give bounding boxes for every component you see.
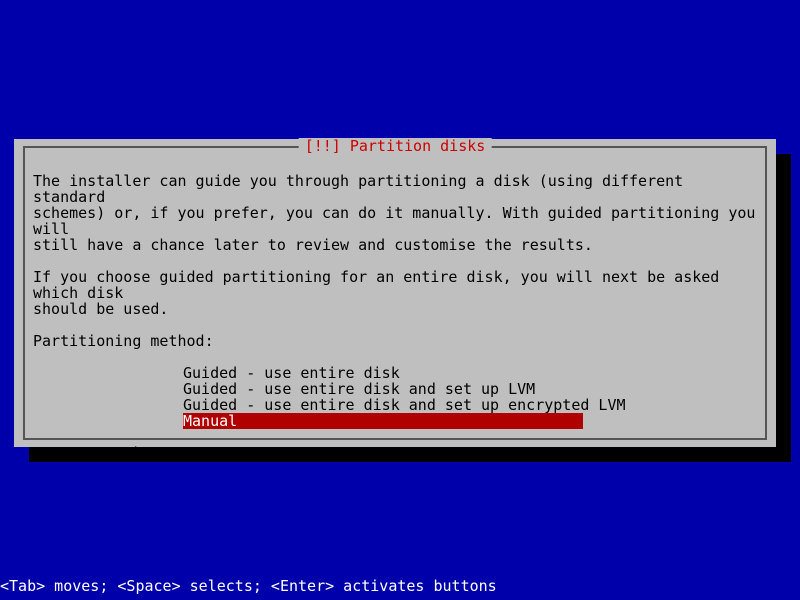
option-guided-entire-disk[interactable]: Guided - use entire disk [183,365,583,381]
dialog-prose: The installer can guide you through part… [33,173,757,317]
dialog-title-text: [!!] Partition disks [305,137,486,155]
partition-dialog: [!!] Partition disks The installer can g… [14,139,776,447]
dialog-title: [!!] Partition disks [299,138,492,154]
footer-hint: <Tab> moves; <Space> selects; <Enter> ac… [0,578,497,594]
go-back-button[interactable]: <Go Back> [70,445,757,461]
option-guided-encrypted-lvm[interactable]: Guided - use entire disk and set up encr… [183,397,583,413]
option-guided-lvm[interactable]: Guided - use entire disk and set up LVM [183,381,583,397]
options-list: Guided - use entire disk Guided - use en… [183,365,757,429]
option-manual[interactable]: Manual [183,413,583,429]
dialog-content: The installer can guide you through part… [33,173,757,461]
method-label: Partitioning method: [33,333,757,349]
dialog-border: [!!] Partition disks The installer can g… [23,146,767,440]
